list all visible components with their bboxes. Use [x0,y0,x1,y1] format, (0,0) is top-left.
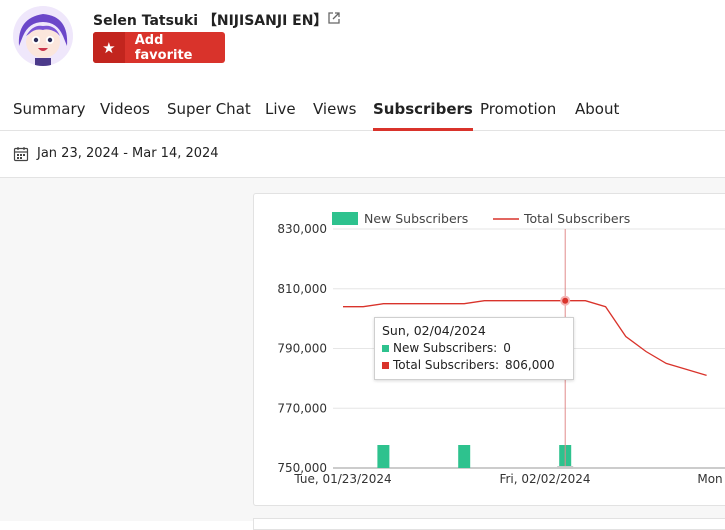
hover-bar-marker [557,466,574,469]
new-subscribers-bar [458,445,471,468]
y-tick-label: 830,000 [277,222,327,236]
chart-tooltip: Sun, 02/04/2024 New Subscribers: 0 Total… [374,317,574,380]
legend-swatch-new [332,212,358,225]
x-tick-label: Tue, 01/23/2024 [293,472,391,486]
tooltip-total-row: Total Subscribers: 806,000 [382,358,555,372]
new-subscribers-swatch [382,344,389,352]
y-tick-label: 770,000 [277,401,327,415]
legend-label-new: New Subscribers [364,211,468,226]
new-subscribers-bar [377,445,390,468]
tooltip-new-label: New Subscribers: [393,341,498,355]
hover-point [560,295,571,306]
tooltip-new-value: 0 [503,341,511,355]
legend-label-total: Total Subscribers [523,211,630,226]
x-tick-label: Fri, 02/02/2024 [499,472,590,486]
subscribers-chart[interactable]: 830,000810,000790,000770,000750,000 Tue,… [0,0,725,521]
y-tick-label: 790,000 [277,342,327,356]
tooltip-total-label: Total Subscribers: [393,358,500,372]
tooltip-total-value: 806,000 [505,358,555,372]
tooltip-date: Sun, 02/04/2024 [382,323,486,338]
x-tick-label: Mon [697,472,722,486]
total-subscribers-swatch [382,361,389,369]
tooltip-new-row: New Subscribers: 0 [382,341,511,355]
y-tick-label: 810,000 [277,282,327,296]
